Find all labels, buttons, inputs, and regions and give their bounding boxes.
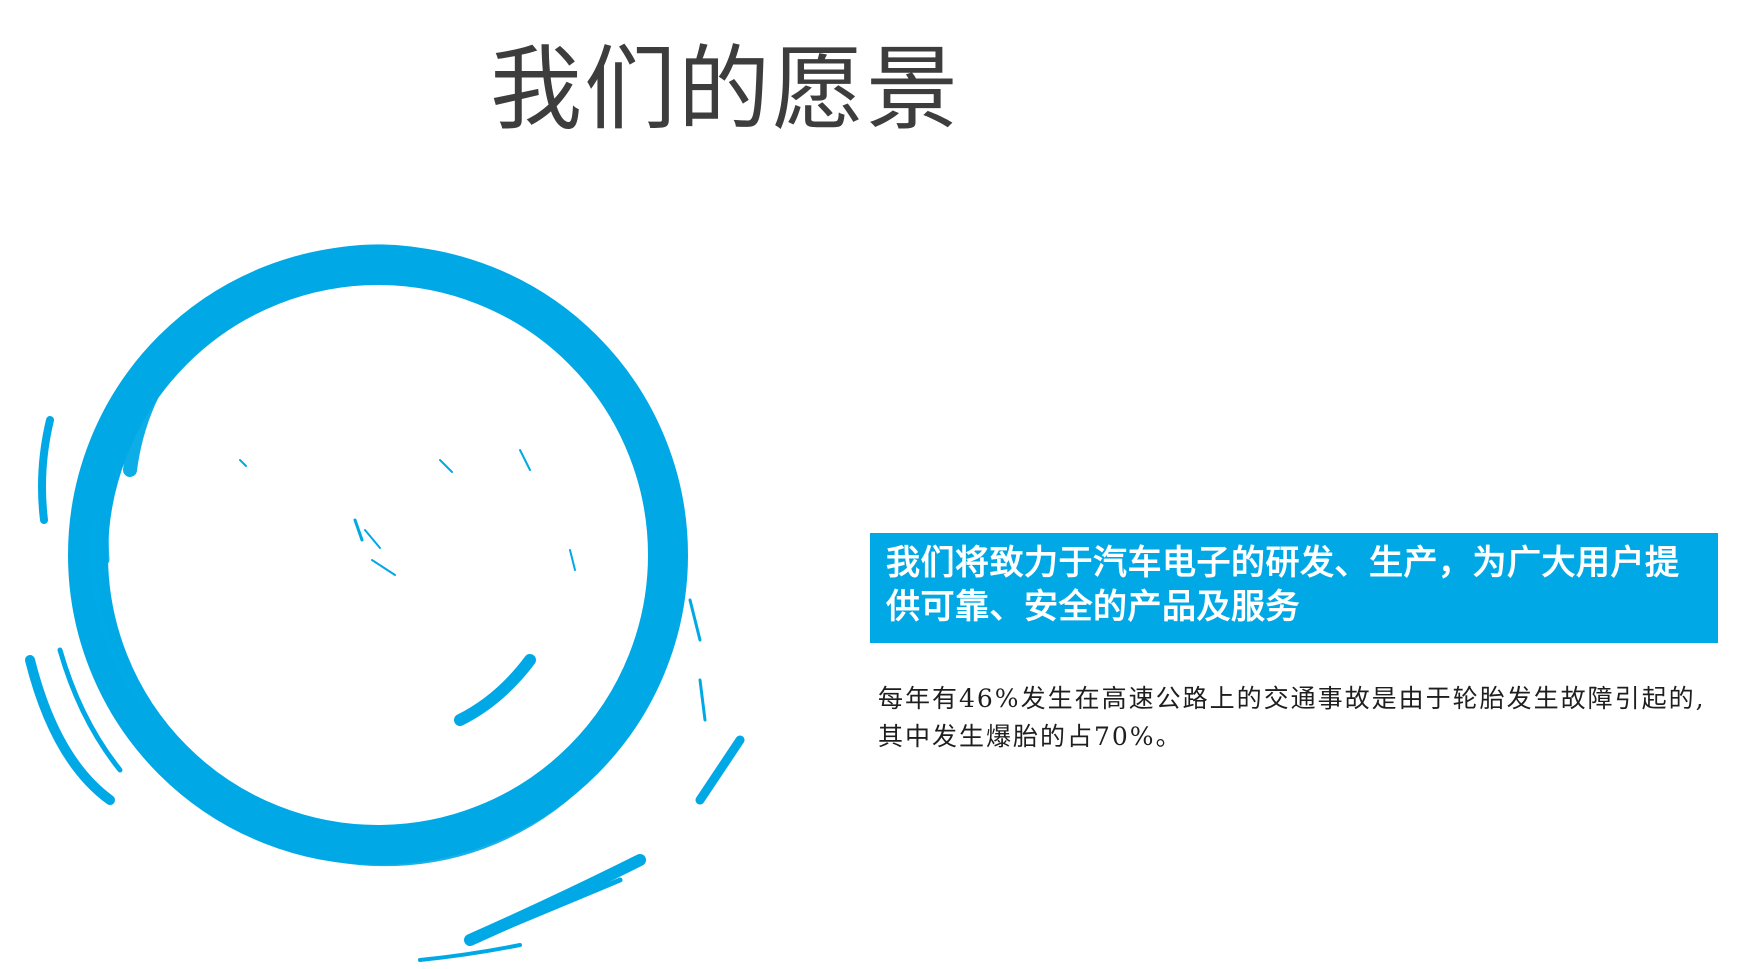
slide-title: 我们的愿景 [490, 36, 961, 143]
mission-statement: 我们将致力于汽车电子的研发、生产，为广大用户提供可靠、安全的产品及服务 [886, 543, 1680, 627]
mission-banner: 我们将致力于汽车电子的研发、生产，为广大用户提供可靠、安全的产品及服务 [870, 533, 1718, 643]
statistic-paragraph: 每年有46%发生在高速公路上的交通事故是由于轮胎发生故障引起的,其中发生爆胎的占… [878, 684, 1706, 751]
ink-brush-circle-graphic [25, 244, 745, 962]
